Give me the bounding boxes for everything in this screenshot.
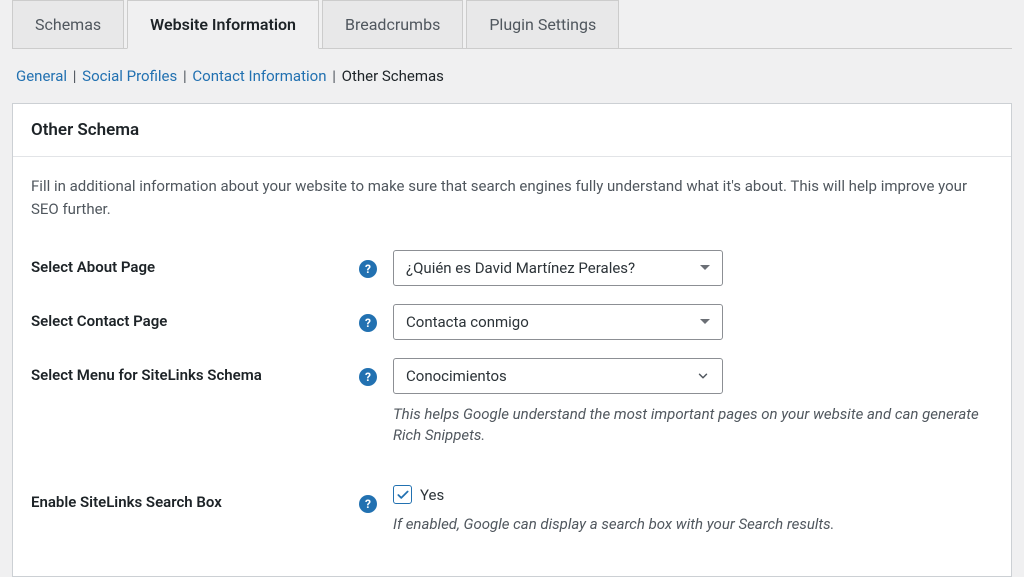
help-icon[interactable]: ? [359, 495, 377, 513]
select-contact-page-value: Contacta conmigo [406, 313, 529, 331]
select-sitelinks-menu[interactable]: Conocimientos [393, 358, 723, 394]
tab-website-information[interactable]: Website Information [127, 0, 319, 49]
settings-panel: Other Schema Fill in additional informat… [12, 103, 1012, 577]
tab-breadcrumbs[interactable]: Breadcrumbs [322, 0, 463, 48]
label-sitelinks-menu: Select Menu for SiteLinks Schema [31, 358, 351, 384]
caret-down-icon [700, 265, 710, 270]
select-about-page[interactable]: ¿Quién es David Martínez Perales? [393, 250, 723, 286]
row-about-page: Select About Page ? ¿Quién es David Mart… [13, 232, 1011, 286]
chevron-down-icon [696, 369, 710, 383]
subtab-separator: | [71, 67, 79, 85]
checkbox-sitelinks-searchbox[interactable] [393, 485, 412, 504]
helper-sitelinks-searchbox: If enabled, Google can display a search … [393, 514, 993, 536]
helper-sitelinks-menu: This helps Google understand the most im… [393, 404, 993, 448]
row-sitelinks-searchbox: Enable SiteLinks Search Box ? Yes If ena… [13, 447, 1011, 536]
select-about-page-value: ¿Quién es David Martínez Perales? [406, 259, 635, 277]
caret-down-icon [700, 319, 710, 324]
subtab-separator: | [330, 67, 338, 85]
panel-title: Other Schema [13, 104, 1011, 157]
row-contact-page: Select Contact Page ? Contacta conmigo [13, 286, 1011, 340]
subtab-contact-information[interactable]: Contact Information [192, 67, 326, 85]
label-about-page: Select About Page [31, 250, 351, 276]
tab-plugin-settings[interactable]: Plugin Settings [466, 0, 619, 48]
main-tabs: Schemas Website Information Breadcrumbs … [12, 0, 1012, 49]
row-sitelinks-menu: Select Menu for SiteLinks Schema ? Conoc… [13, 340, 1011, 448]
panel-description: Fill in additional information about you… [13, 157, 1011, 232]
subtab-other-schemas[interactable]: Other Schemas [342, 67, 444, 85]
subtab-general[interactable]: General [16, 67, 67, 85]
subtab-separator: | [181, 67, 189, 85]
subtab-social-profiles[interactable]: Social Profiles [82, 67, 177, 85]
help-icon[interactable]: ? [359, 260, 377, 278]
label-sitelinks-searchbox: Enable SiteLinks Search Box [31, 485, 351, 511]
check-icon [396, 488, 410, 502]
select-sitelinks-menu-value: Conocimientos [406, 367, 507, 385]
select-contact-page[interactable]: Contacta conmigo [393, 304, 723, 340]
label-contact-page: Select Contact Page [31, 304, 351, 330]
tab-schemas[interactable]: Schemas [12, 0, 124, 48]
checkbox-label-yes[interactable]: Yes [420, 486, 444, 504]
help-icon[interactable]: ? [359, 368, 377, 386]
help-icon[interactable]: ? [359, 314, 377, 332]
sub-tabs: General | Social Profiles | Contact Info… [12, 63, 1012, 103]
